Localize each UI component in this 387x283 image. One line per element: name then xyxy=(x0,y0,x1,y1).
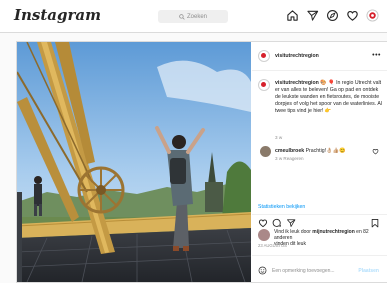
likes-summary: Vind ik leuk door mijnutrechtregion en 8… xyxy=(274,229,387,247)
post-date: 23 AUGUSTUS xyxy=(258,243,287,248)
more-options-icon[interactable]: ••• xyxy=(372,52,381,59)
author-username[interactable]: visitutrechtregion xyxy=(275,53,319,59)
profile-avatar[interactable] xyxy=(366,9,379,22)
nav-icons xyxy=(286,9,379,22)
comment-input[interactable]: Een opmerking toevoegen... xyxy=(272,268,335,274)
post-header: visitutrechtregion ••• xyxy=(252,42,387,71)
comment-meta[interactable]: 3 w Reageren xyxy=(275,156,304,161)
add-comment-bar: Een opmerking toevoegen... Plaatsen xyxy=(252,255,387,283)
activity-icon[interactable] xyxy=(346,9,359,22)
post-sidebar: visitutrechtregion ••• visitutrechtregio… xyxy=(252,42,387,282)
share-icon[interactable] xyxy=(286,218,296,228)
liker-avatar[interactable] xyxy=(258,229,270,241)
caption-time: 3 w xyxy=(275,135,283,140)
instagram-logo[interactable]: Instagram xyxy=(14,6,101,24)
comment-text: Prachtig!👌🏼👍🏼😊 xyxy=(305,148,346,154)
author-avatar[interactable] xyxy=(258,50,270,62)
direct-icon[interactable] xyxy=(306,9,319,22)
post-card: visitutrechtregion ••• visitutrechtregio… xyxy=(16,41,387,283)
caption-username[interactable]: visitutrechtregion xyxy=(275,80,319,86)
post-photo-image xyxy=(17,42,251,282)
emoji-icon[interactable] xyxy=(258,266,267,275)
commenter-avatar[interactable] xyxy=(260,146,271,157)
post-photo[interactable] xyxy=(17,42,251,282)
post-actions xyxy=(252,214,387,229)
search-icon xyxy=(179,13,185,20)
save-icon[interactable] xyxy=(370,218,380,228)
explore-icon[interactable] xyxy=(326,9,339,22)
likes-username[interactable]: mijnutrechtregion xyxy=(312,229,355,235)
home-icon[interactable] xyxy=(286,9,299,22)
post-caption: visitutrechtregion 🎨 🎈 In regio Utrecht … xyxy=(275,80,383,115)
comment-icon[interactable] xyxy=(272,218,282,228)
view-insights-link[interactable]: Statistieken bekijken xyxy=(258,204,305,210)
search-placeholder: Zoeken xyxy=(186,13,207,20)
top-navigation-bar: Instagram Zoeken xyxy=(0,0,387,33)
comment-like-icon[interactable] xyxy=(372,148,379,155)
post-comment-button[interactable]: Plaatsen xyxy=(358,268,379,274)
comment-username[interactable]: cmeulbroek xyxy=(275,148,304,154)
comment: cmeulbroek Prachtig!👌🏼👍🏼😊 xyxy=(275,148,345,154)
search-input[interactable]: Zoeken xyxy=(158,10,228,23)
caption-avatar[interactable] xyxy=(258,79,270,91)
like-icon[interactable] xyxy=(258,218,268,228)
